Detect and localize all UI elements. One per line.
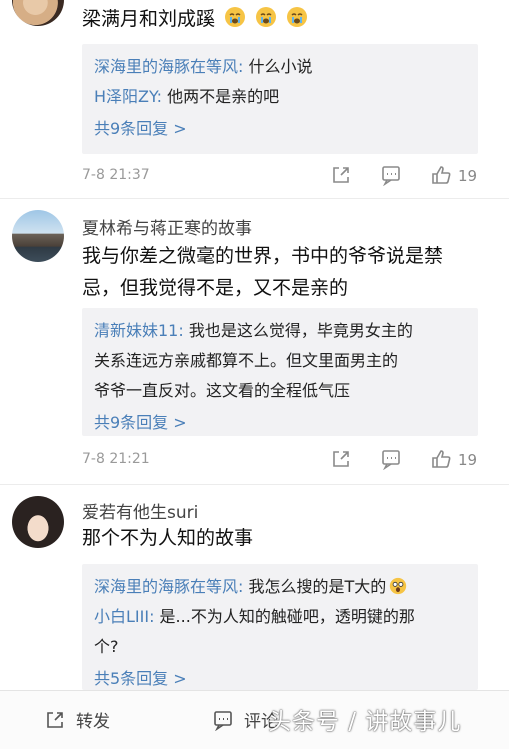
reply-text-line: 关系连远方亲戚都算不上。但文里面男主的 [94,351,399,370]
like-icon[interactable] [430,448,452,470]
reply-text: 什么小说 [243,57,313,76]
timestamp: 7-8 21:37 [82,167,150,183]
reply-text-line: 爷爷一直反对。这文看的全程低气压 [94,381,351,400]
comment-text-line: 忌，但我觉得不是，又不是亲的 [82,277,349,299]
comment-text: 我与你差之微毫的世界，书中的爷爷说是禁 忌，但我觉得不是，又不是亲的 [82,240,492,304]
crying-face-icon [225,7,246,27]
comment-icon[interactable] [380,164,402,186]
divider [0,198,509,199]
forward-button[interactable]: 转发 [44,707,110,732]
reply-text-line: 我也是这么觉得，毕竟男女主的 [183,321,413,340]
reply-item: 深海里的海豚在等风: 什么小说 [94,52,466,82]
reply-user[interactable]: 小白LIII: [94,607,154,626]
reply-text: 我怎么搜的是T大的 [243,577,387,596]
share-icon [47,711,63,728]
share-icon[interactable] [330,164,352,186]
reply-box[interactable]: 深海里的海豚在等风: 我怎么搜的是T大的 小白LIII: 是...不为人知的触碰… [82,564,478,690]
more-replies-link[interactable]: 共9条回复 > [94,114,466,144]
comment-text-line: 我与你差之微毫的世界，书中的爷爷说是禁 [82,245,444,267]
comment-text: 梁满月和刘成蹊 [82,3,492,35]
share-icon[interactable] [330,448,352,470]
reply-user[interactable]: H泽阳ZY: [94,87,162,106]
reply-user[interactable]: 深海里的海豚在等风: [94,577,243,596]
avatar[interactable] [12,496,64,548]
reply-box[interactable]: 清新妹妹11: 我也是这么觉得，毕竟男女主的 关系连远方亲戚都算不上。但文里面男… [82,308,478,436]
commenter-name[interactable]: 夏林希与蒋正寒的故事 [82,214,252,239]
comment-meta: 7-8 21:21 19 [82,448,482,472]
reply-item: 小白LIII: 是...不为人知的触碰吧，透明键的那 [94,602,466,632]
crying-face-icon [256,7,277,27]
watermark: 头条号 / 讲故事儿 [268,709,462,735]
avatar[interactable] [12,210,64,262]
like-count: 19 [458,451,478,469]
comment-text: 那个不为人知的故事 [82,527,254,549]
reply-text: 他两不是亲的吧 [162,87,280,106]
avatar[interactable] [12,0,64,26]
comment-icon [214,710,232,731]
reply-text-line: 个? [94,637,119,656]
reply-text-line: 是...不为人知的触碰吧，透明键的那 [154,607,415,626]
reply-user[interactable]: 清新妹妹11: [94,321,184,340]
commenter-name[interactable]: 爱若有他生suri [82,498,198,523]
reply-item: 清新妹妹11: 我也是这么觉得，毕竟男女主的 [94,316,466,346]
reply-item: H泽阳ZY: 他两不是亲的吧 [94,82,466,112]
crying-face-icon [287,7,308,27]
reply-box[interactable]: 深海里的海豚在等风: 什么小说 H泽阳ZY: 他两不是亲的吧 共9条回复 > [82,44,478,154]
forward-label: 转发 [76,712,110,732]
shocked-face-icon [390,577,407,595]
like-icon[interactable] [430,164,452,186]
more-replies-link[interactable]: 共9条回复 > [94,408,466,438]
divider [0,484,509,485]
comment-icon[interactable] [380,448,402,470]
like-count: 19 [458,167,478,185]
reply-user[interactable]: 深海里的海豚在等风: [94,57,243,76]
timestamp: 7-8 21:21 [82,451,150,467]
comment-meta: 7-8 21:37 19 [82,164,482,188]
reply-item: 深海里的海豚在等风: 我怎么搜的是T大的 [94,572,466,602]
